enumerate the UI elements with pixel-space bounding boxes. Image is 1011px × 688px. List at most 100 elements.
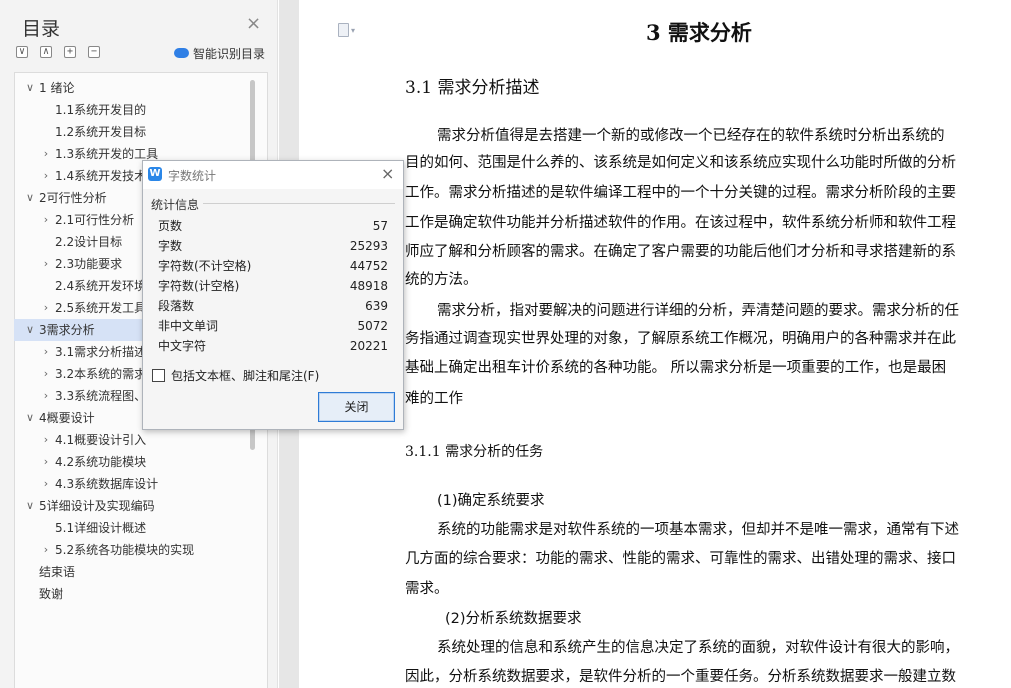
close-icon[interactable]: ×	[246, 14, 261, 34]
paragraph-line: 需求分析，指对要解决的问题进行详细的分析，弄清楚问题的要求。需求分析的任	[437, 303, 959, 319]
stat-row: 中文字符 20221	[158, 336, 388, 356]
chevron-right-icon[interactable]: ›	[40, 165, 52, 187]
paragraph-line: 需求分析值得是去搭建一个新的或修改一个已经存在的软件系统时分析出系统的	[437, 128, 945, 144]
document-icon	[338, 23, 349, 37]
paragraph-line: 几方面的综合要求：功能的需求、性能的需求、可靠性的需求、出错处理的需求、接口	[405, 551, 956, 567]
chevron-down-icon: ▾	[351, 25, 356, 35]
toc-item[interactable]: › 4.1概要设计引入	[14, 429, 268, 451]
paragraph-line: 务指通过调查现实世界处理的对象，了解原系统工作概况，明确用户的各种需求并在此	[405, 331, 956, 347]
toc-item-label: 4.2系统功能模块	[55, 455, 147, 469]
toc-item[interactable]: ∨ 5详细设计及实现编码	[14, 495, 268, 517]
checkbox-icon[interactable]	[152, 368, 165, 382]
stat-label: 中文字符	[158, 339, 207, 353]
smart-toc-button[interactable]: 智能识别目录	[174, 44, 265, 62]
stat-row: 非中文单词 5072	[158, 316, 388, 336]
close-icon[interactable]: ×	[381, 165, 394, 183]
chevron-right-icon[interactable]: ›	[40, 341, 52, 363]
stat-row: 段落数 639	[158, 296, 388, 316]
toc-item-label: 结束语	[39, 565, 76, 579]
chevron-right-icon[interactable]: ›	[40, 363, 52, 385]
paragraph-line: 需求。	[405, 581, 449, 597]
stat-row: 页数 57	[158, 216, 388, 236]
chapter-title: 3 需求分析	[646, 20, 752, 45]
toc-item-label: 2.5系统开发工具	[55, 301, 147, 315]
word-count-dialog: W 字数统计 × 统计信息 页数 57 字数 25293 字符数(不计空格) 44752 字…	[142, 160, 404, 430]
toc-item-label: 4概要设计	[39, 411, 95, 425]
section-title: 3.1 需求分析描述	[405, 78, 540, 98]
toc-item[interactable]: 结束语	[14, 561, 268, 583]
paragraph-line: 师应了解和分析顾客的需求。在确定了客户需要的功能后他们才分析和寻求搭建新的系	[405, 244, 956, 260]
stat-row: 字符数(计空格) 48918	[158, 276, 388, 296]
chevron-down-icon[interactable]: ∨	[24, 77, 36, 99]
toc-item[interactable]: 1.1系统开发目的	[14, 99, 268, 121]
chevron-right-icon[interactable]: ›	[40, 385, 52, 407]
toc-item[interactable]: › 4.3系统数据库设计	[14, 473, 268, 495]
toc-item-label: 1 绪论	[39, 81, 75, 95]
chevron-right-icon[interactable]: ›	[40, 451, 52, 473]
toc-item-label: 1.1系统开发目的	[55, 103, 147, 117]
paragraph-line: (1)确定系统要求	[437, 493, 545, 509]
chevron-right-icon[interactable]: ›	[40, 473, 52, 495]
stat-row: 字数 25293	[158, 236, 388, 256]
page-menu-button[interactable]: ▾	[338, 22, 355, 38]
paragraph-line: 难的工作	[405, 391, 463, 407]
chevron-right-icon[interactable]: ›	[40, 539, 52, 561]
stat-label: 非中文单词	[158, 319, 219, 333]
stats-group-label: 统计信息	[151, 198, 200, 212]
chevron-down-icon[interactable]: ∨	[24, 495, 36, 517]
toc-item[interactable]: ∨ 1 绪论	[14, 77, 268, 99]
paragraph-line: 基础上确定出租车计价系统的各种功能。 所以需求分析是一项重要的工作，也是最困	[405, 360, 947, 376]
toc-item[interactable]: › 5.2系统各功能模块的实现	[14, 539, 268, 561]
chevron-right-icon[interactable]: ›	[40, 297, 52, 319]
toc-item-label: 5详细设计及实现编码	[39, 499, 155, 513]
paragraph-line: 系统处理的信息和系统产生的信息决定了系统的面貌，对软件设计有很大的影响，	[437, 640, 959, 656]
dialog-titlebar[interactable]: W 字数统计 ×	[143, 161, 403, 189]
toc-item-label: 3.2本系统的需求	[55, 367, 147, 381]
chevron-down-icon[interactable]: ∨	[24, 319, 36, 341]
app-icon: W	[148, 167, 162, 181]
toc-item[interactable]: 1.2系统开发目标	[14, 121, 268, 143]
stat-label: 字数	[158, 239, 183, 253]
toc-title: 目录	[22, 18, 61, 40]
toc-item-label: 3.1需求分析描述	[55, 345, 147, 359]
toc-item[interactable]: 5.1详细设计概述	[14, 517, 268, 539]
paragraph-line: 目的如何、范围是什么养的、该系统是如何定义和该系统应实现什么功能时所做的分析	[405, 155, 956, 171]
stat-value: 44752	[349, 259, 388, 273]
chevron-right-icon[interactable]: ›	[40, 209, 52, 231]
toc-item[interactable]: › 4.2系统功能模块	[14, 451, 268, 473]
toc-item-label: 2.3功能要求	[55, 257, 123, 271]
paragraph-line: 因此，分析系统数据要求，是软件分析的一个重要任务。分析系统数据要求一般建立数	[405, 669, 956, 685]
toc-item-label: 5.2系统各功能模块的实现	[55, 543, 195, 557]
chevron-down-icon[interactable]: ∨	[24, 187, 36, 209]
chevron-right-icon[interactable]: ›	[40, 429, 52, 451]
toc-item-label: 4.1概要设计引入	[55, 433, 147, 447]
paragraph-line: (2)分析系统数据要求	[445, 611, 582, 627]
close-button[interactable]: 关闭	[318, 392, 395, 422]
remove-level-icon[interactable]: −	[88, 46, 100, 58]
stat-label: 页数	[158, 219, 183, 233]
chevron-right-icon[interactable]: ›	[40, 143, 52, 165]
stat-label: 段落数	[158, 299, 195, 313]
collapse-all-icon[interactable]: ∧	[40, 46, 52, 58]
stat-value: 20221	[349, 339, 388, 353]
stat-label: 字符数(不计空格)	[158, 259, 252, 273]
add-level-icon[interactable]: +	[64, 46, 76, 58]
stat-value: 25293	[349, 239, 388, 253]
paragraph-line: 统的方法。	[405, 272, 478, 288]
paragraph-line: 工作是确定软件功能并分析描述软件的作用。在该过程中，软件系统分析师和软件工程	[405, 215, 956, 231]
stat-value: 48918	[349, 279, 388, 293]
toc-item-label: 3需求分析	[39, 323, 95, 337]
smart-toc-label: 智能识别目录	[193, 46, 266, 61]
chevron-down-icon[interactable]: ∨	[24, 407, 36, 429]
toc-item-label: 致谢	[39, 587, 64, 601]
checkbox-label: 包括文本框、脚注和尾注(F)	[171, 368, 320, 383]
cloud-icon	[174, 48, 189, 58]
toc-item-label: 5.1详细设计概述	[55, 521, 147, 535]
chevron-right-icon[interactable]: ›	[40, 253, 52, 275]
divider	[203, 203, 395, 204]
toc-item-label: 1.4系统开发技术	[55, 169, 147, 183]
toc-item[interactable]: 致谢	[14, 583, 268, 605]
include-textbox-checkbox[interactable]: 包括文本框、脚注和尾注(F)	[152, 366, 319, 384]
toc-item-label: 2.2设计目标	[55, 235, 123, 249]
expand-all-icon[interactable]: ∨	[16, 46, 28, 58]
